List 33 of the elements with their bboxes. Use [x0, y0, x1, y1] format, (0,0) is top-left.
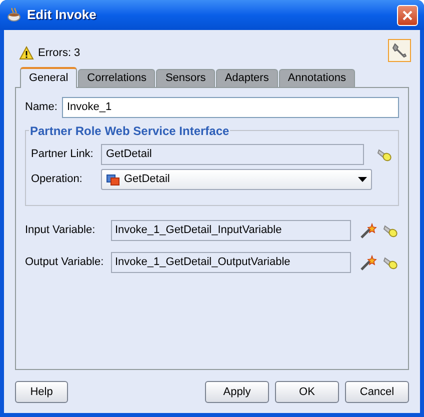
magic-wand-icon[interactable]: [360, 222, 377, 238]
coffee-cup-icon: [6, 7, 22, 23]
operation-dropdown[interactable]: GetDetail: [101, 169, 372, 190]
magic-wand-icon[interactable]: [360, 254, 377, 270]
warning-icon: [19, 46, 34, 60]
window-title: Edit Invoke: [27, 6, 96, 24]
caret-icon: [358, 177, 367, 182]
flashlight-icon[interactable]: [377, 147, 393, 162]
field-label: Partner Link:: [31, 147, 94, 162]
tab[interactable]: Adapters: [216, 69, 278, 87]
flashlight-icon[interactable]: [383, 255, 399, 270]
partner-link-field[interactable]: GetDetail: [101, 144, 364, 165]
dialog-button[interactable]: Cancel: [345, 381, 409, 403]
field-label: Operation:: [31, 172, 84, 188]
tab[interactable]: Correlations: [78, 69, 156, 87]
field-label: Input Variable:: [25, 223, 96, 238]
variable-field[interactable]: Invoke_1_GetDetail_InputVariable: [111, 220, 351, 241]
name-field[interactable]: Invoke_1: [62, 97, 399, 118]
flashlight-icon[interactable]: [383, 223, 399, 238]
tab[interactable]: General: [20, 67, 78, 88]
operation-icon: [106, 174, 120, 186]
tab[interactable]: Annotations: [278, 69, 355, 87]
error-count: Errors: 3: [38, 46, 80, 61]
dialog-button[interactable]: OK: [275, 381, 339, 403]
dialog-button[interactable]: Help: [15, 381, 68, 403]
variable-field[interactable]: Invoke_1_GetDetail_OutputVariable: [111, 252, 351, 273]
close-button[interactable]: [397, 4, 418, 26]
dialog-button[interactable]: Apply: [205, 381, 269, 403]
field-label: Output Variable:: [25, 255, 105, 270]
settings-button[interactable]: [388, 38, 411, 62]
field-label: Name:: [25, 100, 58, 116]
close-icon: [402, 10, 413, 20]
tab[interactable]: Sensors: [156, 69, 215, 87]
